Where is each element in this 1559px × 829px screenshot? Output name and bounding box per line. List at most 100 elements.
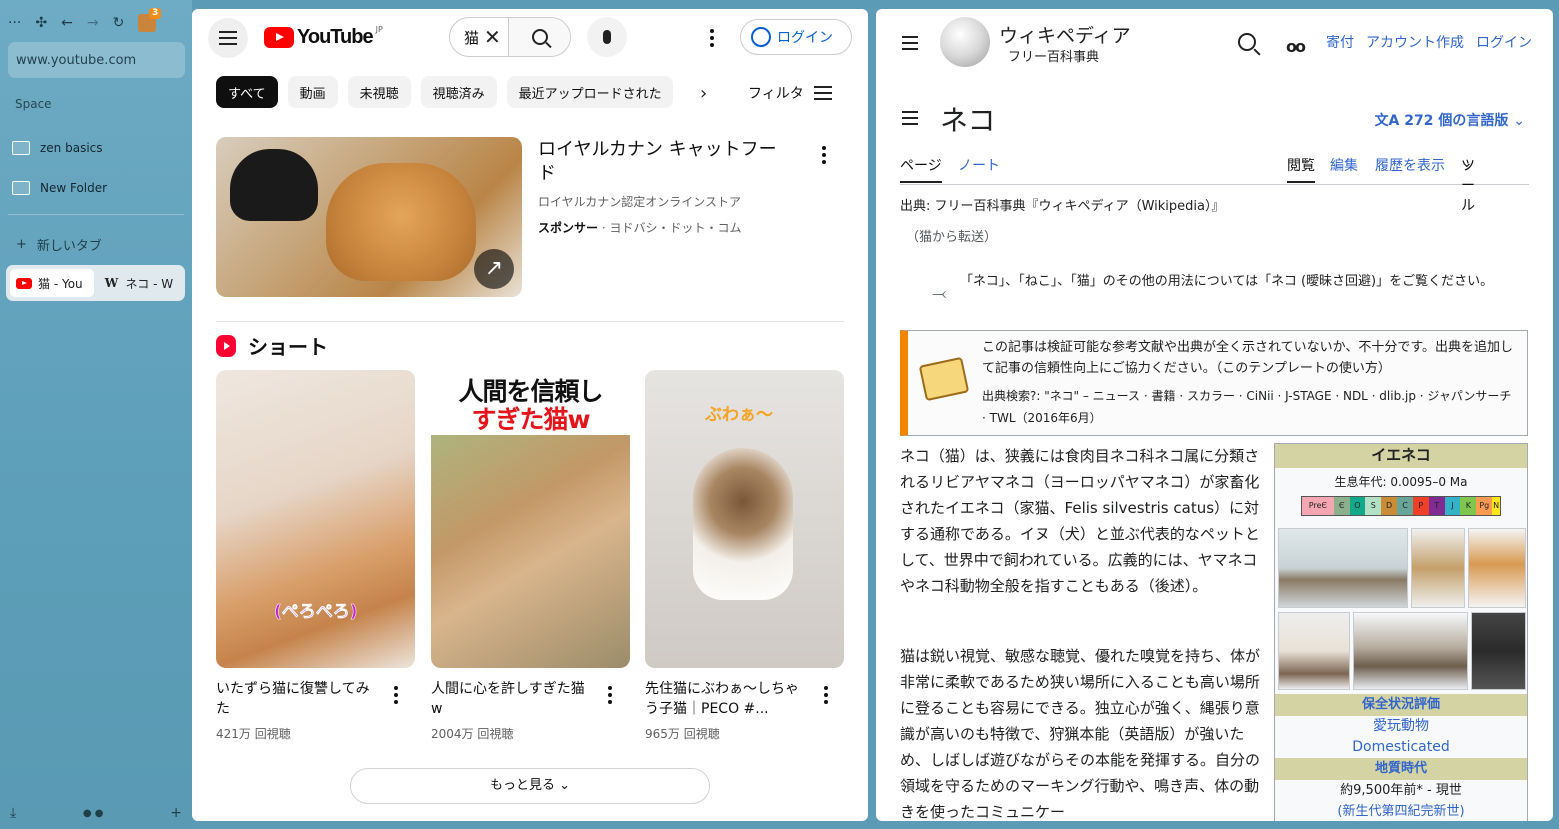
chip-unwatched[interactable]: 未視聴 [347, 76, 411, 108]
donate-link[interactable]: 寄付 [1326, 32, 1354, 52]
folder-icon [12, 141, 30, 155]
tab-page[interactable]: ページ [900, 155, 942, 183]
new-tab-button[interactable]: + 新しいタブ [16, 235, 102, 254]
short-overlay-text: すぎた猫w [471, 405, 590, 434]
show-more-label: もっと見る [489, 778, 555, 793]
folder-zen-basics[interactable]: zen basics [12, 138, 103, 158]
short-overlay-text: (ぺろぺろ) [274, 602, 358, 623]
kitten-image [693, 448, 793, 600]
login-button[interactable]: ログイン [740, 19, 852, 55]
sidebar-divider [8, 214, 184, 215]
folder-new-folder[interactable]: New Folder [12, 178, 107, 198]
sponsor-label: スポンサー [538, 221, 599, 235]
cat-image-gallery [1278, 528, 1526, 692]
section-divider [216, 321, 844, 322]
short-thumbnail[interactable]: ぶわぁ～ [645, 370, 844, 668]
source-search-links[interactable]: 出典検索?: "ネコ" – ニュース · 書籍 · スカラー · CiNii ·… [982, 385, 1517, 429]
tab-talk[interactable]: ノート [958, 155, 1000, 175]
forward-icon[interactable]: → [87, 15, 99, 31]
languages-label: 272 個の言語版 [1404, 113, 1509, 129]
short-thumbnail[interactable]: 人間を信頼し すぎた猫w [431, 370, 630, 668]
gallery-image[interactable] [1471, 612, 1526, 690]
site-name[interactable]: ウィキペディア [999, 21, 1131, 48]
login-label: ログイン [777, 30, 833, 46]
site-tagline: フリー百科事典 [1008, 50, 1100, 65]
table-of-contents-icon[interactable] [902, 111, 918, 125]
conservation-heading[interactable]: 保全状況評価 [1275, 694, 1527, 716]
black-cat-image [230, 149, 318, 221]
short-thumbnail[interactable]: (ぺろぺろ) [216, 370, 415, 668]
page-tabs: ページ ノート 閲覧 編集 履歴を表示 ツール ⌄ [900, 155, 1529, 214]
add-space-icon[interactable]: + [170, 805, 182, 821]
conservation-status[interactable]: 愛玩動物 [1275, 716, 1527, 737]
tab-wikipedia[interactable]: W ネコ - W [98, 269, 182, 297]
puzzle-extensions-icon[interactable]: ✣ [35, 15, 47, 31]
external-link-icon[interactable]: ↗ [474, 249, 514, 289]
ad-thumbnail[interactable]: ↗ [216, 137, 522, 297]
search-button[interactable] [508, 18, 570, 56]
main-menu-icon[interactable] [902, 36, 918, 50]
geologic-epoch[interactable]: (新生代第四紀完新世) [1275, 802, 1527, 821]
filter-button[interactable]: フィルタ [748, 83, 832, 103]
gallery-image[interactable] [1353, 612, 1468, 690]
tab-youtube[interactable]: 猫 - You [10, 269, 94, 297]
tab-history[interactable]: 履歴を表示 [1375, 155, 1445, 175]
settings-menu-button[interactable] [702, 27, 722, 49]
tab-read[interactable]: 閲覧 [1287, 155, 1315, 183]
url-bar[interactable]: www.youtube.com [8, 42, 185, 78]
short-menu-button[interactable] [601, 685, 619, 705]
workspace-dots-icon[interactable]: ● ● [83, 808, 104, 819]
youtube-logo[interactable]: YouTube JP [264, 25, 383, 49]
geologic-heading[interactable]: 地質時代 [1275, 758, 1527, 780]
short-views: 965万 回視聴 [645, 727, 720, 741]
back-icon[interactable]: ← [61, 15, 73, 31]
short-menu-button[interactable] [387, 685, 405, 705]
infobox-title: イエネコ [1275, 444, 1527, 468]
chip-watched[interactable]: 視聴済み [420, 76, 497, 108]
plus-icon: + [16, 237, 27, 252]
short-title[interactable]: いたずら猫に復讐してみた [216, 679, 376, 719]
login-link[interactable]: ログイン [1476, 32, 1532, 52]
gallery-image[interactable] [1278, 528, 1408, 608]
guide-menu-button[interactable] [208, 18, 248, 58]
geo-period: P [1412, 497, 1429, 515]
voice-search-button[interactable] [587, 17, 627, 57]
show-more-button[interactable]: もっと見る ⌄ [350, 768, 710, 804]
tab-title: 猫 - You [38, 276, 83, 291]
redirect-note[interactable]: （猫から転送） [906, 226, 997, 245]
chip-recently-uploaded[interactable]: 最近アップロードされた [506, 76, 673, 108]
gallery-image[interactable] [1468, 528, 1526, 608]
article-paragraph: ネコ（猫）は、狭義には食肉目ネコ科ネコ属に分類されるリビアヤマネコ（ヨーロッパヤ… [900, 447, 1260, 595]
search-input[interactable]: 猫 ✕ [450, 18, 508, 56]
geo-period: K [1460, 497, 1477, 515]
ad-channel[interactable]: ロイヤルカナン認定オンラインストア [538, 193, 741, 210]
appearance-icon[interactable]: oo [1286, 37, 1306, 56]
languages-button[interactable]: 文A 272 個の言語版 ⌄ [1375, 110, 1525, 130]
short-title[interactable]: 先住猫にぶわぁ～しちゃう子猫｜PECO #... [645, 679, 805, 719]
short-title[interactable]: 人間に心を許しすぎた猫w [431, 679, 591, 719]
more-menu-icon[interactable]: ··· [8, 15, 21, 31]
ad-menu-button[interactable] [815, 145, 833, 165]
downloads-icon[interactable]: ⤓ [10, 805, 16, 821]
search-icon[interactable] [1238, 33, 1256, 51]
gallery-image[interactable] [1411, 528, 1465, 608]
conservation-status-en[interactable]: Domesticated [1275, 737, 1527, 758]
wikipedia-globe-logo[interactable] [940, 17, 990, 67]
chevron-right-icon[interactable]: › [700, 83, 707, 104]
youtube-icon [16, 277, 32, 289]
clear-icon[interactable]: ✕ [484, 27, 501, 47]
short-views: 421万 回視聴 [216, 727, 291, 741]
ad-title[interactable]: ロイヤルカナン キャットフード [538, 138, 788, 186]
reload-icon[interactable]: ↻ [113, 15, 125, 31]
create-account-link[interactable]: アカウント作成 [1366, 32, 1464, 52]
filter-label: フィルタ [748, 86, 804, 102]
gallery-image[interactable] [1278, 612, 1350, 690]
tab-tools[interactable]: ツール ⌄ [1461, 155, 1475, 214]
geologic-timeline[interactable]: PreЄ Є O S D C P T J K Pg N [1301, 496, 1501, 516]
extension-icon[interactable]: 3 [138, 8, 162, 32]
chip-videos[interactable]: 動画 [287, 76, 338, 108]
tab-edit[interactable]: 編集 [1330, 155, 1358, 175]
geo-period: O [1349, 497, 1366, 515]
short-menu-button[interactable] [817, 685, 835, 705]
chip-all[interactable]: すべて [216, 76, 278, 108]
